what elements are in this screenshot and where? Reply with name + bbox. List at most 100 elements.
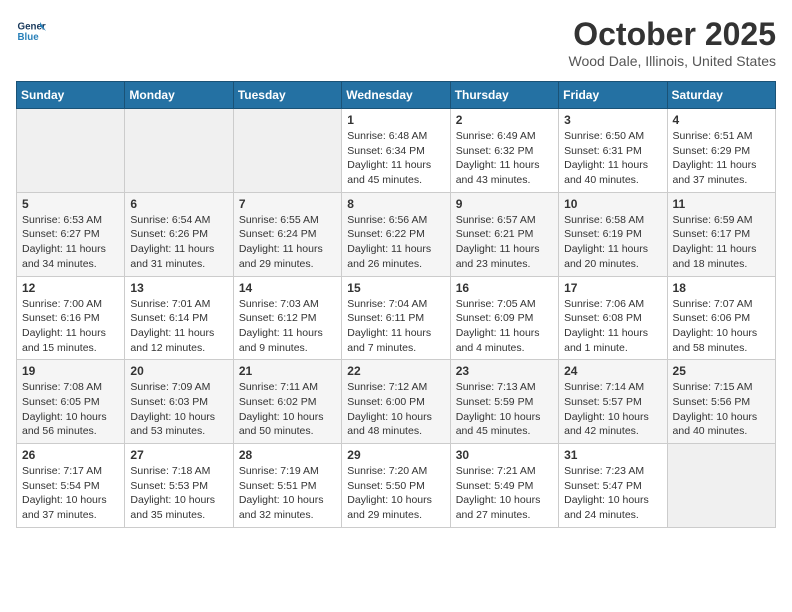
day-info: Sunrise: 7:06 AM Sunset: 6:08 PM Dayligh… <box>564 297 661 356</box>
calendar-day-cell: 29 Sunrise: 7:20 AM Sunset: 5:50 PM Dayli… <box>342 444 450 528</box>
day-info: Sunrise: 7:09 AM Sunset: 6:03 PM Dayligh… <box>130 380 227 439</box>
day-info: Sunrise: 6:58 AM Sunset: 6:19 PM Dayligh… <box>564 213 661 272</box>
day-number: 2 <box>456 113 553 127</box>
calendar-day-cell: 11 Sunrise: 6:59 AM Sunset: 6:17 PM Dayli… <box>667 192 775 276</box>
day-info: Sunrise: 7:14 AM Sunset: 5:57 PM Dayligh… <box>564 380 661 439</box>
calendar-day-cell: 23Sunrise: 7:13 AM Sunset: 5:59 PM Dayli… <box>450 360 558 444</box>
calendar-day-cell: 27 Sunrise: 7:18 AM Sunset: 5:53 PM Dayli… <box>125 444 233 528</box>
day-number: 9 <box>456 197 553 211</box>
calendar-day-cell: 18 Sunrise: 7:07 AM Sunset: 6:06 PM Dayli… <box>667 276 775 360</box>
calendar-day-cell: 4 Sunrise: 6:51 AM Sunset: 6:29 PM Daylig… <box>667 109 775 193</box>
day-number: 10 <box>564 197 661 211</box>
calendar-day-cell: 14 Sunrise: 7:03 AM Sunset: 6:12 PM Dayli… <box>233 276 341 360</box>
day-number: 8 <box>347 197 444 211</box>
day-info: Sunrise: 7:20 AM Sunset: 5:50 PM Dayligh… <box>347 464 444 523</box>
day-info: Sunrise: 7:23 AM Sunset: 5:47 PM Dayligh… <box>564 464 661 523</box>
calendar-day-cell: 15Sunrise: 7:04 AM Sunset: 6:11 PM Dayli… <box>342 276 450 360</box>
day-number: 22 <box>347 364 444 378</box>
day-number: 27 <box>130 448 227 462</box>
day-info: Sunrise: 6:54 AM Sunset: 6:26 PM Dayligh… <box>130 213 227 272</box>
calendar-day-cell: 10 Sunrise: 6:58 AM Sunset: 6:19 PM Dayli… <box>559 192 667 276</box>
day-of-week-header: Wednesday <box>342 82 450 109</box>
day-of-week-header: Sunday <box>17 82 125 109</box>
calendar-week-row: 12 Sunrise: 7:00 AM Sunset: 6:16 PM Dayli… <box>17 276 776 360</box>
calendar-day-cell: 9 Sunrise: 6:57 AM Sunset: 6:21 PM Daylig… <box>450 192 558 276</box>
calendar-day-cell: 31 Sunrise: 7:23 AM Sunset: 5:47 PM Dayli… <box>559 444 667 528</box>
day-info: Sunrise: 6:57 AM Sunset: 6:21 PM Dayligh… <box>456 213 553 272</box>
day-number: 5 <box>22 197 119 211</box>
calendar-day-cell: 3 Sunrise: 6:50 AM Sunset: 6:31 PM Daylig… <box>559 109 667 193</box>
day-info: Sunrise: 6:51 AM Sunset: 6:29 PM Dayligh… <box>673 129 770 188</box>
calendar-day-cell <box>667 444 775 528</box>
day-number: 11 <box>673 197 770 211</box>
calendar-week-row: 19 Sunrise: 7:08 AM Sunset: 6:05 PM Dayli… <box>17 360 776 444</box>
day-info: Sunrise: 7:01 AM Sunset: 6:14 PM Dayligh… <box>130 297 227 356</box>
day-info: Sunrise: 7:11 AM Sunset: 6:02 PM Dayligh… <box>239 380 336 439</box>
calendar-day-cell: 12 Sunrise: 7:00 AM Sunset: 6:16 PM Dayli… <box>17 276 125 360</box>
day-info: Sunrise: 7:12 AM Sunset: 6:00 PM Dayligh… <box>347 380 444 439</box>
day-info: Sunrise: 7:19 AM Sunset: 5:51 PM Dayligh… <box>239 464 336 523</box>
day-number: 4 <box>673 113 770 127</box>
calendar-table: SundayMondayTuesdayWednesdayThursdayFrid… <box>16 81 776 528</box>
calendar-day-cell <box>125 109 233 193</box>
day-number: 28 <box>239 448 336 462</box>
logo: General Blue <box>16 16 46 46</box>
day-number: 14 <box>239 281 336 295</box>
day-number: 7 <box>239 197 336 211</box>
calendar-day-cell <box>233 109 341 193</box>
title-block: October 2025 Wood Dale, Illinois, United… <box>568 16 776 69</box>
day-info: Sunrise: 7:07 AM Sunset: 6:06 PM Dayligh… <box>673 297 770 356</box>
day-number: 31 <box>564 448 661 462</box>
day-number: 29 <box>347 448 444 462</box>
day-info: Sunrise: 7:03 AM Sunset: 6:12 PM Dayligh… <box>239 297 336 356</box>
day-of-week-header: Thursday <box>450 82 558 109</box>
day-info: Sunrise: 7:08 AM Sunset: 6:05 PM Dayligh… <box>22 380 119 439</box>
day-of-week-header: Saturday <box>667 82 775 109</box>
calendar-day-cell: 20 Sunrise: 7:09 AM Sunset: 6:03 PM Dayli… <box>125 360 233 444</box>
day-number: 19 <box>22 364 119 378</box>
day-number: 25 <box>673 364 770 378</box>
day-number: 20 <box>130 364 227 378</box>
day-info: Sunrise: 6:59 AM Sunset: 6:17 PM Dayligh… <box>673 213 770 272</box>
day-info: Sunrise: 7:17 AM Sunset: 5:54 PM Dayligh… <box>22 464 119 523</box>
day-number: 18 <box>673 281 770 295</box>
calendar-day-cell <box>17 109 125 193</box>
day-info: Sunrise: 6:56 AM Sunset: 6:22 PM Dayligh… <box>347 213 444 272</box>
day-info: Sunrise: 7:13 AM Sunset: 5:59 PM Dayligh… <box>456 380 553 439</box>
day-number: 26 <box>22 448 119 462</box>
day-info: Sunrise: 6:55 AM Sunset: 6:24 PM Dayligh… <box>239 213 336 272</box>
day-info: Sunrise: 7:15 AM Sunset: 5:56 PM Dayligh… <box>673 380 770 439</box>
day-info: Sunrise: 7:18 AM Sunset: 5:53 PM Dayligh… <box>130 464 227 523</box>
calendar-day-cell: 19 Sunrise: 7:08 AM Sunset: 6:05 PM Dayli… <box>17 360 125 444</box>
calendar-header-row: SundayMondayTuesdayWednesdayThursdayFrid… <box>17 82 776 109</box>
day-number: 16 <box>456 281 553 295</box>
calendar-day-cell: 8 Sunrise: 6:56 AM Sunset: 6:22 PM Daylig… <box>342 192 450 276</box>
calendar-day-cell: 21Sunrise: 7:11 AM Sunset: 6:02 PM Dayli… <box>233 360 341 444</box>
day-info: Sunrise: 6:50 AM Sunset: 6:31 PM Dayligh… <box>564 129 661 188</box>
day-info: Sunrise: 7:00 AM Sunset: 6:16 PM Dayligh… <box>22 297 119 356</box>
day-number: 30 <box>456 448 553 462</box>
day-info: Sunrise: 7:04 AM Sunset: 6:11 PM Dayligh… <box>347 297 444 356</box>
calendar-day-cell: 25 Sunrise: 7:15 AM Sunset: 5:56 PM Dayli… <box>667 360 775 444</box>
calendar-day-cell: 22 Sunrise: 7:12 AM Sunset: 6:00 PM Dayli… <box>342 360 450 444</box>
calendar-day-cell: 26 Sunrise: 7:17 AM Sunset: 5:54 PM Dayli… <box>17 444 125 528</box>
calendar-day-cell: 2 Sunrise: 6:49 AM Sunset: 6:32 PM Daylig… <box>450 109 558 193</box>
calendar-day-cell: 5 Sunrise: 6:53 AM Sunset: 6:27 PM Daylig… <box>17 192 125 276</box>
day-number: 17 <box>564 281 661 295</box>
day-info: Sunrise: 6:49 AM Sunset: 6:32 PM Dayligh… <box>456 129 553 188</box>
calendar-week-row: 5 Sunrise: 6:53 AM Sunset: 6:27 PM Daylig… <box>17 192 776 276</box>
day-number: 6 <box>130 197 227 211</box>
day-of-week-header: Friday <box>559 82 667 109</box>
day-info: Sunrise: 6:48 AM Sunset: 6:34 PM Dayligh… <box>347 129 444 188</box>
calendar-day-cell: 7 Sunrise: 6:55 AM Sunset: 6:24 PM Daylig… <box>233 192 341 276</box>
day-number: 3 <box>564 113 661 127</box>
day-number: 12 <box>22 281 119 295</box>
svg-text:Blue: Blue <box>18 32 40 43</box>
day-number: 13 <box>130 281 227 295</box>
day-info: Sunrise: 7:21 AM Sunset: 5:49 PM Dayligh… <box>456 464 553 523</box>
logo-icon: General Blue <box>16 16 46 46</box>
day-number: 24 <box>564 364 661 378</box>
day-info: Sunrise: 6:53 AM Sunset: 6:27 PM Dayligh… <box>22 213 119 272</box>
calendar-day-cell: 16Sunrise: 7:05 AM Sunset: 6:09 PM Dayli… <box>450 276 558 360</box>
calendar-day-cell: 28 Sunrise: 7:19 AM Sunset: 5:51 PM Dayli… <box>233 444 341 528</box>
